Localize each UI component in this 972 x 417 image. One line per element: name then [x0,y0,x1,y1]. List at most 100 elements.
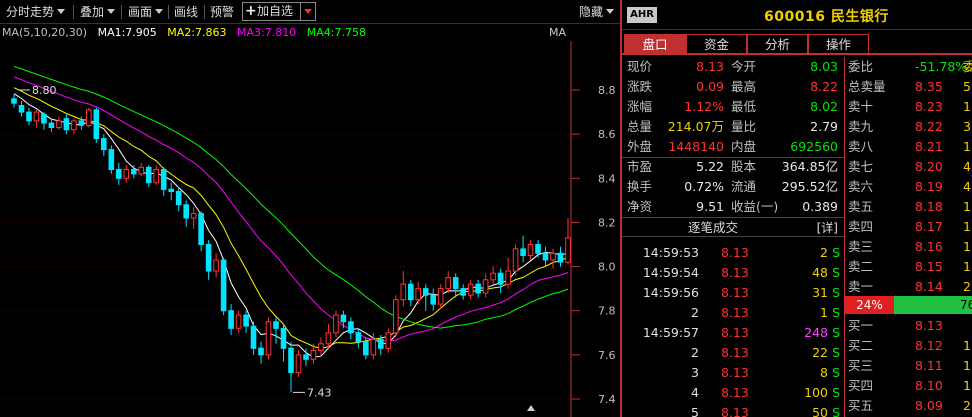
candle-body[interactable] [557,252,564,263]
candle-body[interactable] [445,277,451,290]
candle-body[interactable] [18,105,25,113]
candle-body[interactable] [131,169,137,175]
candle-body[interactable] [280,327,287,349]
candle-body[interactable] [475,283,481,294]
candle-body[interactable] [205,244,212,272]
order-book-row[interactable]: 卖十 8.23 1 [845,97,972,117]
candle-body[interactable] [430,294,436,305]
candle-body[interactable] [400,283,407,301]
candle-body[interactable] [86,109,92,126]
candle-body[interactable] [56,120,62,129]
order-book-row[interactable]: 卖九 8.22 3 [845,117,972,137]
candle-body[interactable] [535,244,541,254]
candle-body[interactable] [153,169,159,184]
hide-panel-button[interactable]: 隐藏 [579,3,614,21]
order-book-row[interactable]: 买一 8.13 [845,316,972,336]
candle-body[interactable] [295,354,302,374]
candle-body[interactable] [452,277,459,290]
order-book-row[interactable]: 卖三 8.16 1 [845,237,972,257]
candle-body[interactable] [273,321,279,329]
order-book-row[interactable]: 总卖量 8.35 50 [845,77,972,97]
candle-body[interactable] [303,354,309,360]
candle-body[interactable] [482,279,489,294]
candle-body[interactable] [190,213,197,219]
candle-body[interactable] [213,259,219,272]
order-book-row[interactable]: 卖七 8.20 4 [845,157,972,177]
candle-body[interactable] [228,310,234,329]
candle-body[interactable] [505,270,511,285]
candle-body[interactable] [116,169,122,179]
candle-body[interactable] [370,338,377,356]
candle-body[interactable] [393,299,399,334]
order-book-row[interactable]: 买三 8.11 1 [845,356,972,376]
alert-button[interactable]: 预警 [210,3,234,21]
candle-body[interactable] [408,283,414,301]
candle-body[interactable] [422,288,429,296]
candle-body[interactable] [48,122,55,128]
candle-body[interactable] [520,248,526,256]
candle-body[interactable] [490,272,496,281]
candle-body[interactable] [26,111,32,122]
tick-detail-link[interactable]: [详] [817,218,838,238]
candle-body[interactable] [325,332,332,345]
candle-body[interactable] [333,314,339,334]
candle-body[interactable] [11,98,17,104]
order-book-row[interactable]: 买二 8.12 1 [845,336,972,356]
candle-body[interactable] [348,321,354,334]
candle-body[interactable] [550,252,556,261]
candle-body[interactable] [138,166,144,175]
candle-body[interactable] [437,288,444,305]
candle-body[interactable] [460,288,466,296]
scroll-marker-icon[interactable] [527,405,535,411]
candle-body[interactable] [363,341,369,356]
candle-body[interactable] [123,169,130,179]
candle-body[interactable] [415,288,421,301]
candle-body[interactable] [258,347,264,356]
market-badge[interactable]: AHR [627,7,657,23]
candle-body[interactable] [378,338,384,349]
add-favorite-dropdown[interactable] [300,3,315,20]
candle-body[interactable] [243,314,249,327]
candle-body[interactable] [527,244,534,256]
candle-body[interactable] [78,120,85,126]
order-book-row[interactable]: 卖五 8.18 1 [845,197,972,217]
candle-body[interactable] [63,118,70,131]
order-book-row[interactable]: 卖四 8.17 1 [845,217,972,237]
candle-body[interactable] [145,166,152,184]
candle-body[interactable] [101,138,107,151]
candle-body[interactable] [318,343,324,351]
candle-body[interactable] [542,252,549,261]
tab-capital[interactable]: 资金 [686,34,747,53]
candle-body[interactable] [497,272,504,285]
candle-body[interactable] [160,169,167,190]
order-book-row[interactable]: 卖八 8.21 1 [845,137,972,157]
candle-body[interactable] [288,347,294,374]
order-book-row[interactable]: 卖二 8.15 1 [845,257,972,277]
candle-body[interactable] [467,283,474,296]
tab-operation[interactable]: 操作 [808,34,869,53]
candle-body[interactable] [175,191,182,206]
candle-body[interactable] [33,111,40,122]
candle-body[interactable] [183,204,189,219]
candle-body[interactable] [355,332,362,343]
candle-body[interactable] [340,314,347,323]
candle-body[interactable] [385,332,392,349]
candle-body[interactable] [108,149,115,170]
order-book-row[interactable]: 委比 -51.78%委差 [845,57,972,77]
draw-lines-button[interactable]: 画线 [174,3,198,21]
candle-body[interactable] [265,321,272,356]
candle-body[interactable] [235,314,242,329]
candle-body[interactable] [93,109,100,140]
kline-panel[interactable]: 分时走势 叠加 画面 画线 预警 + 加自选 隐藏 MA(5,10,20,30)… [0,0,620,417]
candle-body[interactable] [310,349,317,360]
order-book-row[interactable]: 买四 8.10 1 [845,376,972,396]
intraday-menu[interactable]: 分时走势 [6,3,66,21]
candle-body[interactable] [198,213,204,246]
candlestick-chart[interactable]: 8.8 8.6 8.4 8.2 8.0 7.8 7.6 7.4 8.80 7.43 [0,41,620,417]
candle-body[interactable] [565,237,571,263]
candle-body[interactable] [71,120,77,131]
order-book-row[interactable]: 买五 8.09 2 [845,396,972,416]
candle-body[interactable] [41,113,47,124]
candle-body[interactable] [168,188,174,193]
order-book-row[interactable]: 卖一 8.14 2 [845,277,972,297]
